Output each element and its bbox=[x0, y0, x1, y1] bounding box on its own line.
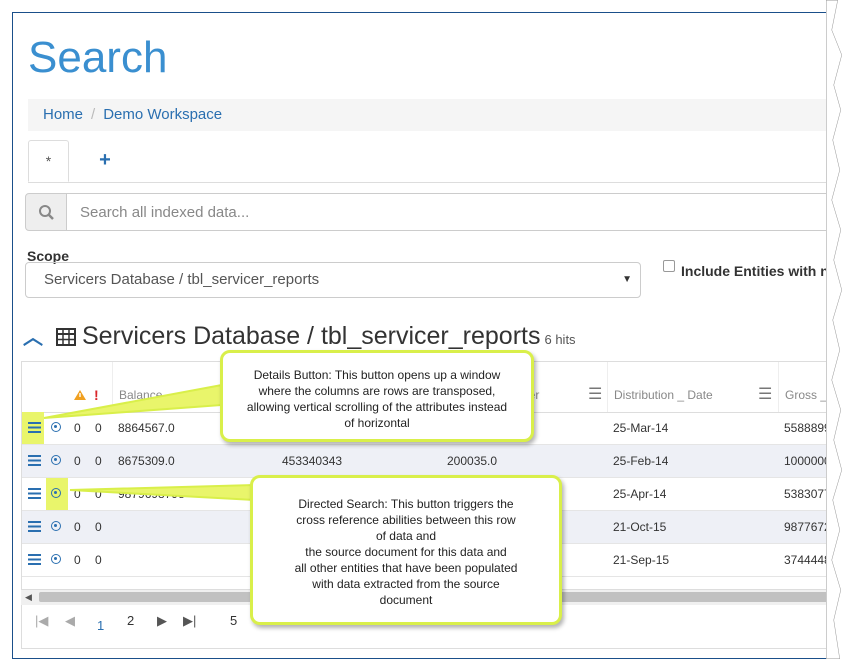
directed-callout-line: all other entities that have been popula… bbox=[294, 561, 518, 575]
table-row: 0 0 8675309.0 453340343 200035.0 25-Feb-14 100… bbox=[22, 445, 839, 478]
details-button[interactable] bbox=[22, 412, 44, 444]
scope-select[interactable]: Servicers Database / tbl_servicer_report… bbox=[25, 262, 641, 298]
directed-search-button[interactable] bbox=[46, 544, 68, 576]
exclamation-count: 0 bbox=[95, 487, 102, 501]
balance-cell: 8675309.0 bbox=[118, 454, 175, 468]
warning-count: 0 bbox=[74, 487, 81, 501]
exclamation-count: 0 bbox=[95, 520, 102, 534]
details-callout-text: Details Button: This button opens up a w… bbox=[246, 368, 508, 430]
directed-callout-line: cross reference abilities between this r… bbox=[296, 513, 516, 527]
column-header-number[interactable]: ber☰ bbox=[522, 362, 602, 412]
target-icon bbox=[51, 554, 61, 564]
table-icon bbox=[55, 328, 76, 346]
balance-cell: 9879698798 bbox=[118, 487, 185, 501]
breadcrumb-workspace-link[interactable]: Demo Workspace bbox=[103, 106, 222, 123]
list-icon bbox=[28, 521, 41, 532]
chevron-up-icon[interactable]: ︿ bbox=[23, 327, 43, 349]
directed-search-button[interactable] bbox=[46, 412, 68, 444]
page-title: Search bbox=[28, 33, 168, 82]
list-icon bbox=[28, 455, 41, 466]
column-menu-icon[interactable]: ☰ bbox=[588, 362, 602, 412]
details-button[interactable] bbox=[22, 478, 44, 510]
torn-edge bbox=[826, 0, 851, 659]
section-header: ︿ Servicers Database / tbl_servicer_repo… bbox=[23, 321, 576, 351]
target-icon bbox=[51, 422, 61, 432]
directed-search-button[interactable] bbox=[46, 445, 68, 477]
last-page-button[interactable]: ▶| bbox=[183, 613, 196, 629]
distribution-date-cell: 25-Mar-14 bbox=[613, 421, 669, 435]
exclamation-count: 0 bbox=[95, 553, 102, 567]
breadcrumb-separator: / bbox=[91, 106, 96, 123]
list-icon bbox=[28, 554, 41, 565]
scroll-left-icon[interactable]: ◀ bbox=[25, 590, 32, 605]
directed-search-button[interactable] bbox=[46, 511, 68, 543]
list-icon bbox=[28, 488, 41, 499]
directed-callout-line: Directed Search: This button triggers th… bbox=[298, 497, 514, 511]
distribution-date-cell: 25-Apr-14 bbox=[613, 487, 667, 501]
warning-count: 0 bbox=[74, 421, 81, 435]
tab-bar: * + bbox=[28, 140, 839, 183]
hits-count: 6 hits bbox=[544, 332, 576, 347]
number-cell: 453340343 bbox=[282, 454, 343, 468]
directed-search-callout: Directed Search: This button triggers th… bbox=[250, 475, 562, 625]
column-menu-icon[interactable]: ☰ bbox=[758, 362, 772, 412]
directed-callout-line: document bbox=[379, 593, 433, 607]
warning-count: 0 bbox=[74, 520, 81, 534]
page-count: 5 bbox=[230, 613, 238, 628]
distribution-date-cell: 25-Feb-14 bbox=[613, 454, 669, 468]
column-label: Distribution _ Date bbox=[614, 388, 713, 402]
warning-count: 0 bbox=[74, 553, 81, 567]
search-input[interactable] bbox=[66, 193, 839, 231]
exclamation-icon: ! bbox=[94, 387, 99, 403]
include-entities-checkbox[interactable] bbox=[663, 260, 675, 273]
directed-callout-line: with data extracted from the source bbox=[312, 577, 500, 591]
details-button[interactable] bbox=[22, 544, 44, 576]
breadcrumb: Home / Demo Workspace bbox=[28, 99, 839, 131]
target-icon bbox=[51, 455, 61, 465]
breadcrumb-home-link[interactable]: Home bbox=[43, 106, 83, 123]
page-2-button[interactable]: 2 bbox=[127, 613, 134, 628]
directed-callout-line: the source document for this data and bbox=[305, 545, 507, 559]
details-button[interactable] bbox=[22, 511, 44, 543]
include-entities-option[interactable]: Include Entities with n bbox=[663, 260, 829, 279]
section-title: Servicers Database / tbl_servicer_report… bbox=[81, 322, 541, 350]
include-entities-label: Include Entities with n bbox=[681, 263, 829, 279]
directed-callout-line: of data and bbox=[375, 529, 437, 543]
column-header-distribution-date[interactable]: Distribution _ Date ☰ bbox=[607, 362, 772, 412]
warning-icon bbox=[74, 362, 88, 412]
chevron-down-icon: ▼ bbox=[622, 274, 632, 285]
warning-count: 0 bbox=[74, 454, 81, 468]
tab-current[interactable]: * bbox=[28, 140, 69, 182]
details-button-callout: Details Button: This button opens up a w… bbox=[220, 350, 534, 442]
balance-cell: 8864567.0 bbox=[118, 421, 175, 435]
amount-cell: 200035.0 bbox=[447, 454, 498, 468]
exclamation-count: 0 bbox=[95, 454, 102, 468]
distribution-date-cell: 21-Oct-15 bbox=[613, 520, 667, 534]
exclamation-count: 0 bbox=[95, 421, 102, 435]
distribution-date-cell: 21-Sep-15 bbox=[613, 553, 670, 567]
list-icon bbox=[28, 422, 41, 433]
prev-page-button[interactable]: ◀ bbox=[65, 613, 75, 629]
search-icon[interactable] bbox=[25, 193, 67, 231]
scope-select-value: Servicers Database / tbl_servicer_report… bbox=[44, 271, 320, 288]
search-bar bbox=[25, 193, 839, 231]
target-icon bbox=[51, 521, 61, 531]
next-page-button[interactable]: ▶ bbox=[157, 613, 167, 629]
target-icon bbox=[51, 488, 61, 498]
add-tab-button[interactable]: + bbox=[90, 140, 120, 180]
directed-search-button[interactable] bbox=[46, 478, 68, 510]
first-page-button[interactable]: |◀ bbox=[35, 613, 48, 629]
details-button[interactable] bbox=[22, 445, 44, 477]
column-label: Balance bbox=[119, 388, 163, 402]
page-1-button[interactable]: 1 bbox=[97, 618, 104, 633]
